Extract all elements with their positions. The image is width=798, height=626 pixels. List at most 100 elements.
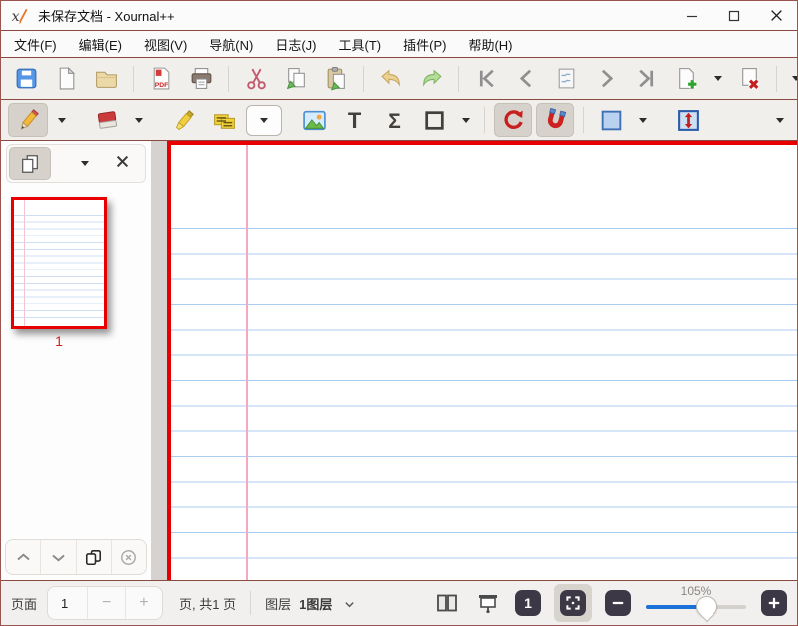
zoom-fit-icon — [564, 594, 582, 612]
text-tool-button[interactable]: T — [336, 103, 372, 137]
select-region-button[interactable] — [593, 103, 629, 137]
eraser-tool-button[interactable] — [89, 103, 125, 137]
menu-edit[interactable]: 编辑(E) — [68, 31, 133, 58]
insert-image-button[interactable] — [296, 103, 332, 137]
rotation-snapping-icon — [501, 108, 526, 133]
save-button[interactable] — [8, 62, 44, 96]
window-title: 未保存文档 - Xournal++ — [38, 6, 175, 25]
cut-button[interactable] — [238, 62, 274, 96]
sidebar-resize-handle[interactable] — [151, 141, 167, 580]
goto-page-button[interactable] — [548, 62, 584, 96]
toolbar-separator — [458, 66, 459, 92]
minus-icon — [609, 594, 627, 612]
undo-button[interactable] — [373, 62, 409, 96]
sidebar-close-button[interactable] — [116, 155, 129, 173]
zoom-slider[interactable]: 105% — [644, 581, 748, 626]
next-page-icon — [594, 66, 619, 91]
maximize-icon — [728, 10, 740, 22]
rotation-snapping-toggle[interactable] — [494, 103, 532, 137]
svg-text:T: T — [347, 108, 361, 133]
copy-button[interactable] — [278, 62, 314, 96]
highlighter-dropdown[interactable] — [246, 105, 282, 136]
sidebar-header — [6, 144, 146, 183]
maximize-button[interactable] — [713, 1, 755, 30]
zoom-100-button[interactable]: 1 — [515, 590, 541, 616]
delete-page-button-sidebar[interactable] — [112, 540, 146, 574]
file-toolbar-overflow-dropdown[interactable] — [786, 62, 798, 96]
tools-toolbar-overflow-dropdown[interactable] — [770, 103, 789, 137]
next-page-button[interactable] — [588, 62, 624, 96]
new-file-button[interactable] — [48, 62, 84, 96]
sidebar-dropdown[interactable] — [75, 147, 94, 181]
vertical-space-button[interactable] — [670, 103, 706, 137]
add-page-dropdown[interactable] — [708, 62, 727, 96]
menu-file[interactable]: 文件(F) — [3, 31, 68, 58]
draw-rectangle-icon — [422, 108, 447, 133]
chevron-down-icon — [462, 118, 470, 123]
eraser-dropdown[interactable] — [129, 103, 148, 137]
zoom-100-icon: 1 — [524, 595, 532, 611]
zoom-slider-fill — [646, 605, 703, 610]
page-thumbnail[interactable] — [11, 197, 107, 329]
zoom-slider-thumb[interactable] — [696, 596, 717, 617]
page-down-button[interactable] — [41, 540, 76, 574]
paste-icon — [324, 66, 349, 91]
open-button[interactable] — [88, 62, 124, 96]
toolbar-separator — [363, 66, 364, 92]
toolbar-separator — [484, 107, 485, 133]
select-dropdown[interactable] — [633, 103, 652, 137]
menu-navigation[interactable]: 导航(N) — [198, 31, 264, 58]
layer-select[interactable]: 1图层 — [299, 594, 332, 613]
page-increment-button[interactable]: + — [125, 587, 162, 619]
grid-snapping-toggle[interactable] — [536, 103, 574, 137]
select-text-icon — [212, 108, 237, 133]
document-page[interactable] — [167, 141, 797, 580]
pen-tool-button[interactable] — [8, 103, 48, 137]
chevron-up-icon — [14, 548, 33, 567]
previous-page-button[interactable] — [508, 62, 544, 96]
print-button[interactable] — [183, 62, 219, 96]
menu-help[interactable]: 帮助(H) — [457, 31, 523, 58]
presentation-mode-button[interactable] — [474, 589, 502, 617]
draw-shape-button[interactable] — [416, 103, 452, 137]
redo-button[interactable] — [413, 62, 449, 96]
duplicate-page-button[interactable] — [77, 540, 112, 574]
page-decrement-button[interactable]: − — [87, 587, 124, 619]
math-tex-button[interactable]: Σ — [376, 103, 412, 137]
menu-plugins[interactable]: 插件(P) — [392, 31, 457, 58]
shape-dropdown[interactable] — [456, 103, 475, 137]
last-page-button[interactable] — [628, 62, 664, 96]
page-label: 页面 — [11, 594, 37, 613]
zoom-fit-button[interactable] — [560, 590, 586, 616]
export-pdf-button[interactable]: PDF — [143, 62, 179, 96]
paste-button[interactable] — [318, 62, 354, 96]
page-preview-tab[interactable] — [9, 147, 51, 180]
insert-image-icon — [302, 108, 327, 133]
chevron-down-icon — [776, 118, 784, 123]
menu-journal[interactable]: 日志(J) — [264, 31, 327, 58]
zoom-out-button[interactable] — [605, 590, 631, 616]
zoom-in-button[interactable] — [761, 590, 787, 616]
goto-page-icon — [554, 66, 579, 91]
close-button[interactable] — [755, 1, 797, 30]
page-number-input[interactable]: 1 — [48, 587, 87, 619]
layer-dropdown[interactable] — [344, 593, 355, 613]
page-up-button[interactable] — [6, 540, 41, 574]
delete-page-button[interactable] — [731, 62, 767, 96]
chevron-down-icon — [260, 118, 268, 123]
chevron-down-icon — [81, 161, 89, 166]
select-text-button[interactable] — [206, 103, 242, 137]
menu-tools[interactable]: 工具(T) — [328, 31, 393, 58]
two-page-view-button[interactable] — [433, 589, 461, 617]
status-bar: 页面 1 − + 页, 共1 页 图层 1图层 — [1, 580, 797, 625]
menu-view[interactable]: 视图(V) — [133, 31, 198, 58]
highlighter-tool-button[interactable] — [166, 103, 202, 137]
export-pdf-icon: PDF — [149, 66, 174, 91]
first-page-button[interactable] — [468, 62, 504, 96]
chevron-down-icon — [58, 118, 66, 123]
pen-dropdown[interactable] — [52, 103, 71, 137]
minimize-button[interactable] — [671, 1, 713, 30]
add-page-button[interactable] — [668, 62, 704, 96]
toolbar-separator — [133, 66, 134, 92]
page-ruling — [171, 228, 797, 580]
